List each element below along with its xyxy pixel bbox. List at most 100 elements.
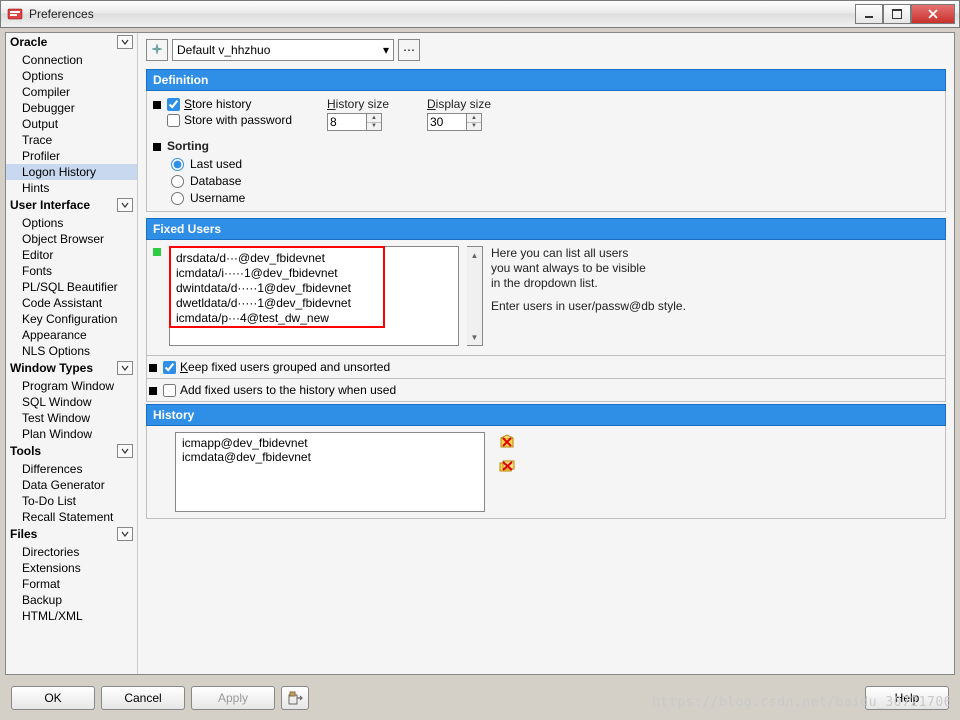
ok-button[interactable]: OK bbox=[11, 686, 95, 710]
sorting-label: Sorting bbox=[167, 139, 245, 153]
bullet-icon bbox=[149, 364, 157, 372]
nav-item-extensions[interactable]: Extensions bbox=[6, 560, 137, 576]
chevron-down-icon bbox=[117, 35, 133, 49]
nav-item-sql-window[interactable]: SQL Window bbox=[6, 394, 137, 410]
textarea-scrollbar[interactable]: ▲ ▼ bbox=[467, 246, 483, 346]
nav-group-window-types[interactable]: Window Types bbox=[6, 359, 137, 378]
scroll-up-icon: ▲ bbox=[467, 247, 482, 263]
profile-more-button[interactable]: ⋯ bbox=[398, 39, 420, 61]
export-button[interactable] bbox=[281, 686, 309, 710]
nav-item-plan-window[interactable]: Plan Window bbox=[6, 426, 137, 442]
nav-item-format[interactable]: Format bbox=[6, 576, 137, 592]
nav-item-trace[interactable]: Trace bbox=[6, 132, 137, 148]
keep-grouped-checkbox[interactable]: Keep fixed users grouped and unsorted bbox=[163, 360, 390, 374]
settings-panel: Default v_hhzhuo ▾ ⋯ Definition Store hi… bbox=[138, 33, 954, 674]
nav-group-files[interactable]: Files bbox=[6, 525, 137, 544]
nav-item-connection[interactable]: Connection bbox=[6, 52, 137, 68]
nav-item-code-assistant[interactable]: Code Assistant bbox=[6, 295, 137, 311]
export-icon bbox=[287, 690, 303, 706]
help-button[interactable]: Help bbox=[865, 686, 949, 710]
nav-tree: OracleConnectionOptionsCompilerDebuggerO… bbox=[6, 33, 138, 674]
nav-item-profiler[interactable]: Profiler bbox=[6, 148, 137, 164]
cancel-button[interactable]: Cancel bbox=[101, 686, 185, 710]
history-item[interactable]: icmdata@dev_fbidevnet bbox=[182, 450, 478, 464]
profile-icon-button[interactable] bbox=[146, 39, 168, 61]
close-button[interactable] bbox=[911, 4, 955, 24]
profile-sparkle-icon bbox=[150, 43, 164, 57]
store-history-label: Store history bbox=[184, 97, 251, 111]
nav-item-hints[interactable]: Hints bbox=[6, 180, 137, 196]
sorting-radio-username[interactable]: Username bbox=[171, 191, 245, 205]
footer-buttons: OK Cancel Apply Help bbox=[5, 682, 955, 714]
bullet-icon bbox=[149, 387, 157, 395]
profile-select[interactable]: Default v_hhzhuo ▾ bbox=[172, 39, 394, 61]
sorting-radio-last-used[interactable]: Last used bbox=[171, 157, 245, 171]
bullet-icon bbox=[153, 101, 161, 109]
history-size-spinner[interactable]: ▲▼ bbox=[367, 113, 382, 131]
nav-group-oracle[interactable]: Oracle bbox=[6, 33, 137, 52]
store-password-checkbox[interactable]: Store with password bbox=[167, 113, 327, 127]
delete-item-icon[interactable] bbox=[499, 434, 515, 450]
nav-item-options[interactable]: Options bbox=[6, 68, 137, 84]
bullet-icon bbox=[153, 248, 161, 256]
titlebar: Preferences bbox=[0, 0, 960, 28]
nav-item-appearance[interactable]: Appearance bbox=[6, 327, 137, 343]
nav-item-program-window[interactable]: Program Window bbox=[6, 378, 137, 394]
fixed-users-textarea[interactable] bbox=[169, 246, 459, 346]
fixed-users-help: Here you can list all users you want alw… bbox=[491, 246, 686, 349]
delete-all-icon[interactable] bbox=[499, 458, 515, 474]
history-item[interactable]: icmapp@dev_fbidevnet bbox=[182, 436, 478, 450]
nav-item-options[interactable]: Options bbox=[6, 215, 137, 231]
sorting-radio-database[interactable]: Database bbox=[171, 174, 245, 188]
content-area: OracleConnectionOptionsCompilerDebuggerO… bbox=[5, 32, 955, 675]
maximize-button[interactable] bbox=[883, 4, 911, 24]
store-history-checkbox[interactable]: Store history bbox=[167, 97, 327, 111]
ellipsis-icon: ⋯ bbox=[403, 43, 415, 57]
nav-group-tools[interactable]: Tools bbox=[6, 442, 137, 461]
chevron-down-icon: ▾ bbox=[383, 43, 389, 57]
nav-item-data-generator[interactable]: Data Generator bbox=[6, 477, 137, 493]
history-list[interactable]: icmapp@dev_fbidevneticmdata@dev_fbidevne… bbox=[175, 432, 485, 512]
display-size-spinner[interactable]: ▲▼ bbox=[467, 113, 482, 131]
profile-row: Default v_hhzhuo ▾ ⋯ bbox=[146, 39, 946, 61]
store-password-label: Store with password bbox=[184, 113, 292, 127]
chevron-down-icon bbox=[117, 198, 133, 212]
scroll-down-icon: ▼ bbox=[467, 329, 482, 345]
nav-item-fonts[interactable]: Fonts bbox=[6, 263, 137, 279]
nav-item-object-browser[interactable]: Object Browser bbox=[6, 231, 137, 247]
nav-item-key-configuration[interactable]: Key Configuration bbox=[6, 311, 137, 327]
nav-item-debugger[interactable]: Debugger bbox=[6, 100, 137, 116]
nav-item-recall-statement[interactable]: Recall Statement bbox=[6, 509, 137, 525]
nav-item-nls-options[interactable]: NLS Options bbox=[6, 343, 137, 359]
chevron-down-icon bbox=[117, 444, 133, 458]
nav-item-pl-sql-beautifier[interactable]: PL/SQL Beautifier bbox=[6, 279, 137, 295]
nav-item-to-do-list[interactable]: To-Do List bbox=[6, 493, 137, 509]
nav-item-logon-history[interactable]: Logon History bbox=[6, 164, 137, 180]
nav-item-output[interactable]: Output bbox=[6, 116, 137, 132]
bullet-icon bbox=[153, 143, 161, 151]
display-size-label: Display size bbox=[427, 97, 527, 111]
minimize-button[interactable] bbox=[855, 4, 883, 24]
profile-text: Default v_hhzhuo bbox=[177, 43, 270, 57]
nav-item-editor[interactable]: Editor bbox=[6, 247, 137, 263]
window-title: Preferences bbox=[29, 7, 855, 21]
nav-group-user-interface[interactable]: User Interface bbox=[6, 196, 137, 215]
nav-item-backup[interactable]: Backup bbox=[6, 592, 137, 608]
nav-scroll[interactable]: OracleConnectionOptionsCompilerDebuggerO… bbox=[6, 33, 137, 674]
nav-item-test-window[interactable]: Test Window bbox=[6, 410, 137, 426]
keep-grouped-label: Keep fixed users grouped and unsorted bbox=[180, 360, 390, 374]
add-to-history-label: Add fixed users to the history when used bbox=[180, 383, 396, 397]
history-size-label: History size bbox=[327, 97, 427, 111]
nav-item-compiler[interactable]: Compiler bbox=[6, 84, 137, 100]
nav-item-html-xml[interactable]: HTML/XML bbox=[6, 608, 137, 624]
display-size-input[interactable] bbox=[427, 113, 467, 131]
fixed-users-header: Fixed Users bbox=[146, 218, 946, 240]
definition-header: Definition bbox=[146, 69, 946, 91]
add-to-history-checkbox[interactable]: Add fixed users to the history when used bbox=[163, 383, 396, 397]
nav-item-directories[interactable]: Directories bbox=[6, 544, 137, 560]
history-header: History bbox=[146, 404, 946, 426]
history-size-input[interactable] bbox=[327, 113, 367, 131]
nav-item-differences[interactable]: Differences bbox=[6, 461, 137, 477]
chevron-down-icon bbox=[117, 361, 133, 375]
apply-button[interactable]: Apply bbox=[191, 686, 275, 710]
